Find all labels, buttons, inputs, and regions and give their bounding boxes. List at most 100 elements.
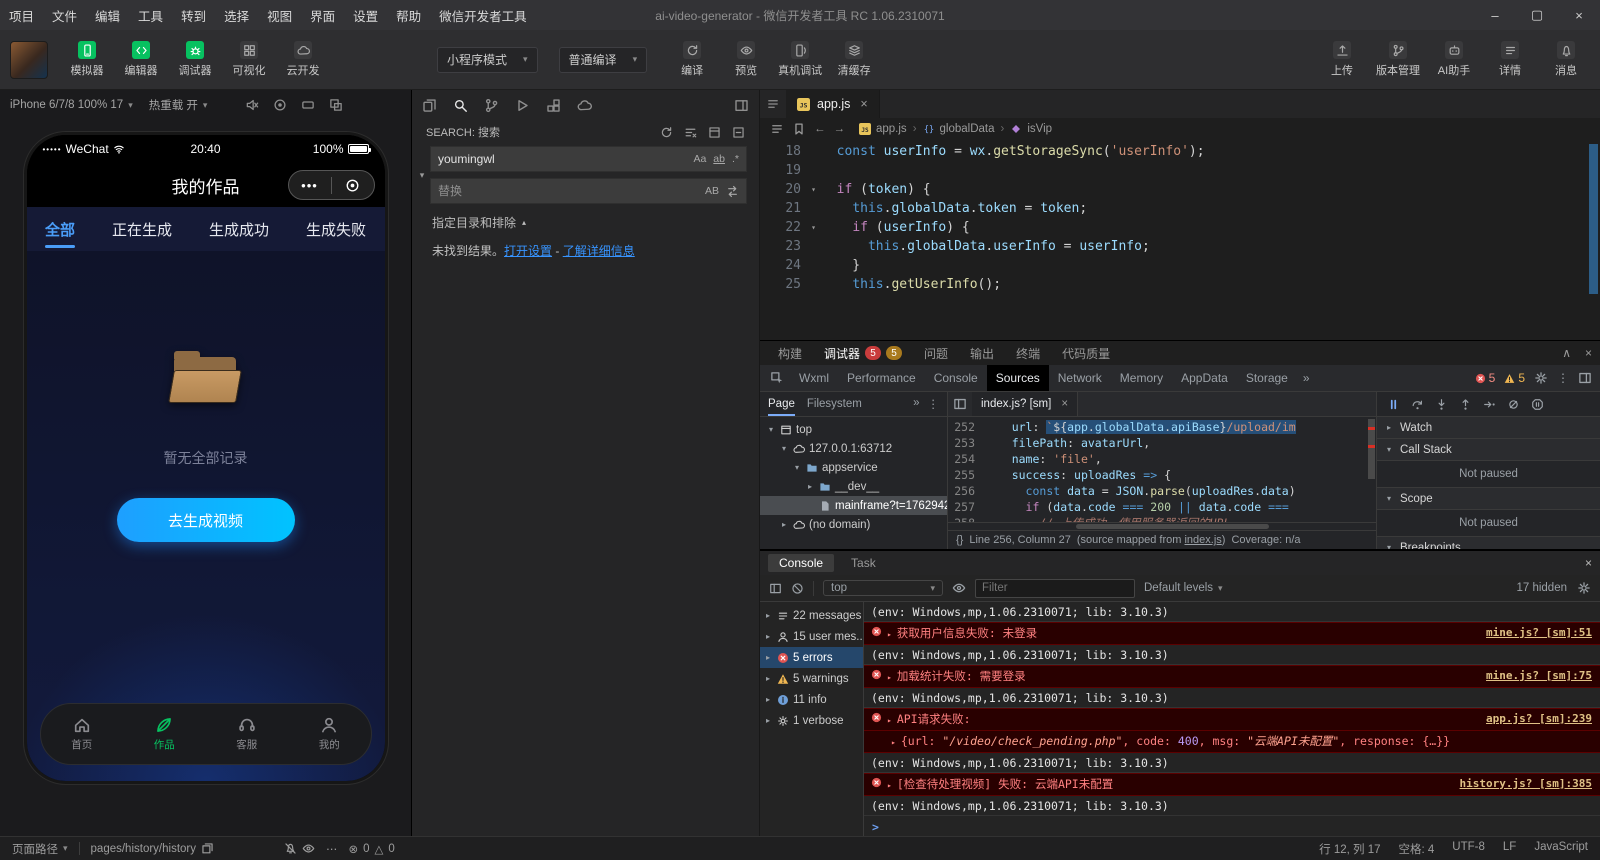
maximize-button[interactable]: ▢ [1516,0,1558,30]
clear-console-icon[interactable] [791,582,804,595]
toolbar-button[interactable]: 模拟器 [63,41,111,78]
step-icon[interactable] [1483,398,1496,411]
replace-input[interactable] [438,184,701,198]
preserve-case-icon[interactable]: AB [705,185,719,197]
menu-item[interactable]: 微信开发者工具 [430,0,536,30]
menu-item[interactable]: 项目 [0,0,43,30]
collapse-panel-icon[interactable]: ∧ [1562,346,1571,360]
status-item[interactable]: JavaScript [1534,841,1588,857]
close-panel-icon[interactable]: × [1585,346,1592,360]
toolbar-button[interactable]: 可视化 [225,41,273,78]
nav-more-icon[interactable]: » [913,397,919,411]
avatar[interactable] [10,41,48,79]
pause-icon[interactable] [1387,398,1400,411]
breadcrumb-item[interactable]: {}globalData [923,123,995,135]
breadcrumb-item[interactable]: isVip [1010,123,1052,135]
phone-tabbar-item[interactable]: 我的 [288,704,371,764]
panel-tab[interactable]: 代码质量 [1052,341,1120,365]
collapse-icon[interactable] [732,126,745,139]
close-tab-icon[interactable]: × [860,97,867,111]
close-file-icon[interactable]: × [1061,398,1068,410]
nav-back-icon[interactable]: ← [814,123,826,135]
panel-tab[interactable]: 构建 [768,341,812,365]
toolbar-button[interactable]: 云开发 [279,41,327,78]
live-expression-icon[interactable] [952,581,966,595]
match-case-icon[interactable]: Aa [693,153,706,165]
minimize-button[interactable]: – [1474,0,1516,30]
bell-muted-icon[interactable] [284,842,297,855]
toggle-replace-icon[interactable]: ▾ [414,146,430,204]
fold-icon[interactable]: ▾ [806,218,821,237]
problem-counts[interactable]: ⊗0 △0 [349,842,395,856]
expand-icon[interactable]: ▸ [887,626,892,642]
console-tab[interactable]: Task [840,554,887,572]
devtools-settings-icon[interactable] [1534,371,1548,385]
console-levels-select[interactable]: Default levels▾ [1144,582,1223,594]
status-item[interactable]: 行 12, 列 17 [1319,841,1380,857]
capsule-more-button[interactable]: ••• [289,178,331,193]
console-filter-item[interactable]: ▸22 messages [760,605,863,626]
close-button[interactable]: × [1558,0,1600,30]
phone-tab[interactable]: 全部 [41,207,79,251]
devtools-tab[interactable]: Memory [1111,365,1172,391]
fold-icon[interactable]: ▾ [806,180,821,199]
devtools-tab[interactable]: Wxml [790,365,838,391]
tree-item[interactable]: mainframe?t=1762942780 [760,496,947,515]
tree-item[interactable]: ▾127.0.0.1:63712 [760,439,947,458]
screencast-icon[interactable] [273,98,287,112]
console-sidebar-icon[interactable] [769,582,782,595]
console-tab[interactable]: Console [768,554,834,572]
sources-file-tab[interactable]: index.js? [sm] × [972,392,1078,416]
open-settings-link[interactable]: 打开设置 [504,244,552,258]
layout-icon[interactable] [734,98,749,113]
phone-tabbar-item[interactable]: 作品 [123,704,206,764]
toolbar-button[interactable]: 编译 [668,41,716,78]
whole-word-icon[interactable]: ab [713,153,725,165]
console-filter-item[interactable]: ▸5 warnings [760,668,863,689]
step-over-icon[interactable] [1411,398,1424,411]
menu-item[interactable]: 视图 [258,0,301,30]
capsule-close-button[interactable] [332,178,374,193]
search-input[interactable] [438,152,689,166]
devtools-tab[interactable]: Storage [1237,365,1297,391]
debug-icon[interactable] [515,98,530,113]
status-more-icon[interactable]: ⋯ [326,842,338,856]
mapped-source-link[interactable]: index.js [1184,534,1221,546]
devtools-error-count[interactable]: 5 [1475,371,1496,385]
rotate-icon[interactable] [301,98,315,112]
phone-tab[interactable]: 生成失败 [302,207,370,251]
devtools-menu-icon[interactable]: ⋮ [1557,371,1569,385]
toolbar-button[interactable]: 消息 [1542,41,1590,78]
close-console-icon[interactable]: × [1585,556,1592,570]
console-filter-input[interactable] [982,582,1128,594]
sources-nav-tab[interactable]: Filesystem [807,398,862,410]
tree-item[interactable]: ▸(no domain) [760,515,947,534]
console-filter-item[interactable]: ▸1 verbose [760,710,863,731]
phone-tabbar-item[interactable]: 客服 [206,704,289,764]
float-window-icon[interactable] [329,98,343,112]
more-tabs-icon[interactable]: » [1297,365,1316,391]
copy-path-icon[interactable] [201,842,214,855]
open-editor-icon[interactable] [708,126,721,139]
hot-reload-select[interactable]: 热重载 开▾ [149,97,208,113]
status-item[interactable]: LF [1503,841,1516,857]
step-into-icon[interactable] [1435,398,1448,411]
generate-video-button[interactable]: 去生成视频 [117,498,295,542]
expand-icon[interactable]: ▸ [887,669,892,685]
step-out-icon[interactable] [1459,398,1472,411]
menu-item[interactable]: 选择 [215,0,258,30]
refresh-icon[interactable] [660,126,673,139]
menu-item[interactable]: 工具 [129,0,172,30]
bookmark-icon[interactable] [792,122,806,136]
pretty-print-icon[interactable]: {} [956,534,963,546]
expand-icon[interactable]: ▸ [887,777,892,793]
debug-section-header[interactable]: ▾Call Stack [1377,439,1600,461]
console-source-link[interactable]: app.js? [sm]:239 [1472,712,1592,726]
clear-all-icon[interactable] [684,126,697,139]
cloud-icon[interactable] [577,98,592,113]
phone-tabbar-item[interactable]: 首页 [41,704,124,764]
debug-section-header[interactable]: ▸Watch [1377,417,1600,439]
expand-icon[interactable]: ▸ [891,734,896,750]
menu-item[interactable]: 转到 [172,0,215,30]
mode-select[interactable]: 小程序模式▾ [437,47,538,73]
